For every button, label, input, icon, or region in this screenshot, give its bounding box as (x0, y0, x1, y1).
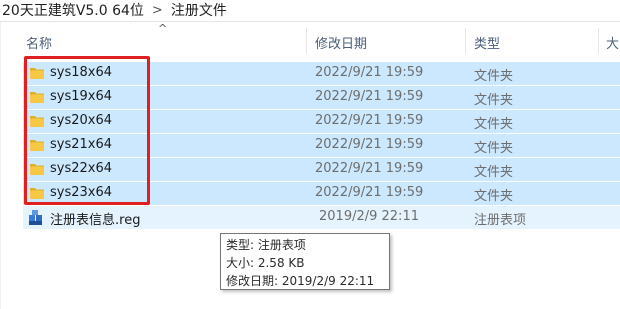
item-type: 文件夹 (474, 141, 514, 156)
list-item[interactable]: sys21x64 2022/9/21 19:59 文件夹 (23, 134, 620, 157)
registry-file-icon (29, 210, 42, 225)
item-name: sys23x64 (50, 185, 113, 200)
breadcrumb-item-parent[interactable]: 20天正建筑V5.0 64位 (0, 0, 146, 20)
column-header-name[interactable]: 名称 (26, 33, 52, 52)
item-date: 2022/9/21 19:59 (315, 65, 424, 80)
item-type: 文件夹 (474, 93, 514, 108)
item-name: sys19x64 (50, 89, 113, 104)
item-date: 2022/9/21 19:59 (315, 113, 424, 128)
item-date: 2022/9/21 19:59 (315, 185, 424, 200)
pane-edge (0, 22, 1, 309)
folder-icon (30, 116, 44, 127)
file-explorer-window: 20天正建筑V5.0 64位 > 注册文件 ^ 名称 修改日期 类型 大 sys… (0, 0, 620, 309)
column-header-date[interactable]: 修改日期 (315, 33, 367, 52)
item-name: sys18x64 (50, 65, 113, 80)
tooltip-type: 类型: 注册表项 (226, 238, 306, 252)
folder-icon (30, 188, 44, 199)
column-header-size[interactable]: 大 (606, 33, 619, 52)
column-divider[interactable] (465, 28, 466, 54)
item-name: sys21x64 (50, 137, 113, 152)
folder-icon (30, 140, 44, 151)
item-date: 2022/9/21 19:59 (315, 89, 424, 104)
item-date: 2019/2/9 22:11 (319, 209, 419, 224)
list-item[interactable]: sys22x64 2022/9/21 19:59 文件夹 (23, 158, 620, 181)
item-type: 文件夹 (474, 165, 514, 180)
item-type: 文件夹 (474, 69, 514, 84)
column-divider[interactable] (598, 28, 599, 54)
column-header-type[interactable]: 类型 (474, 33, 500, 52)
item-date: 2022/9/21 19:59 (315, 161, 424, 176)
folder-icon (30, 164, 44, 175)
item-name: 注册表信息.reg (50, 213, 141, 228)
item-name: sys20x64 (50, 113, 113, 128)
list-item[interactable]: sys18x64 2022/9/21 19:59 文件夹 (23, 62, 620, 85)
sort-ascending-icon: ^ (158, 22, 168, 35)
item-type: 注册表项 (474, 213, 527, 228)
column-divider[interactable] (306, 28, 307, 54)
breadcrumb-item-current[interactable]: 注册文件 (169, 0, 229, 20)
list-item[interactable]: sys20x64 2022/9/21 19:59 文件夹 (23, 110, 620, 133)
list-item[interactable]: sys23x64 2022/9/21 19:59 文件夹 (23, 182, 620, 205)
item-name: sys22x64 (50, 161, 113, 176)
folder-icon (30, 68, 44, 79)
item-type: 文件夹 (474, 117, 514, 132)
item-date: 2022/9/21 19:59 (315, 137, 424, 152)
breadcrumb-separator-icon[interactable]: > (146, 3, 169, 18)
column-header-bar: ^ 名称 修改日期 类型 大 (0, 22, 620, 60)
list-item[interactable]: 注册表信息.reg 2019/2/9 22:11 注册表项 (23, 206, 620, 229)
tooltip-date: 修改日期: 2019/2/9 22:11 (226, 274, 375, 288)
breadcrumb: 20天正建筑V5.0 64位 > 注册文件 (0, 0, 620, 20)
item-type: 文件夹 (474, 189, 514, 204)
list-item[interactable]: sys19x64 2022/9/21 19:59 文件夹 (23, 86, 620, 109)
file-info-tooltip: 类型: 注册表项 大小: 2.58 KB 修改日期: 2019/2/9 22:1… (220, 233, 390, 290)
tooltip-size: 大小: 2.58 KB (226, 256, 305, 270)
folder-icon (30, 92, 44, 103)
